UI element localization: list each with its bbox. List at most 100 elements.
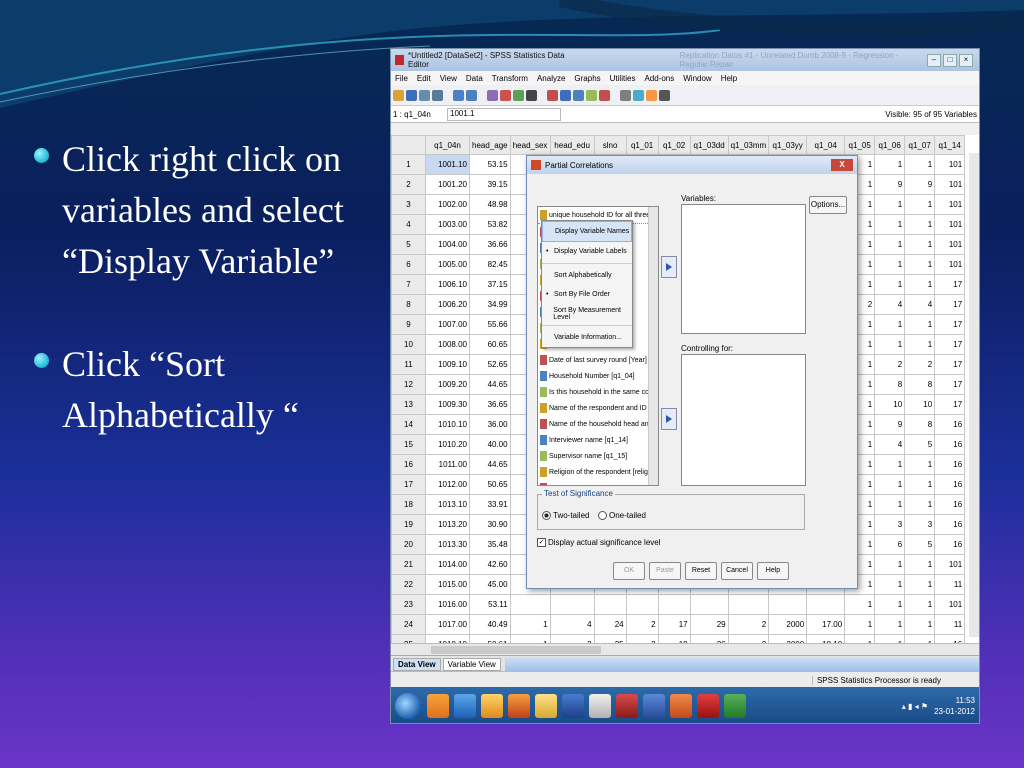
data-cell[interactable]: 1 [874,274,906,295]
data-cell[interactable]: 24 [593,614,627,635]
data-cell[interactable]: 42.60 [469,554,511,575]
data-cell[interactable]: 101 [934,174,966,195]
variable-list-item[interactable]: Date of last survey round [Year] [q1_03y… [538,352,658,368]
firefox-icon[interactable] [508,694,530,718]
row-number[interactable]: 21 [391,554,426,575]
data-cell[interactable]: 2000 [768,614,808,635]
dialog-recall-icon[interactable] [432,89,443,101]
data-cell[interactable]: 101 [934,234,966,255]
row-number[interactable]: 16 [391,454,426,475]
column-header[interactable]: q1_07 [904,135,936,155]
data-cell[interactable]: 17 [934,314,966,335]
data-cell[interactable]: 17.00 [806,614,846,635]
goto-variable-icon[interactable] [500,89,511,101]
display-significance-checkbox[interactable]: ✓ Display actual significance level [537,538,661,547]
data-cell[interactable]: 48.98 [469,194,511,215]
column-header[interactable]: head_age [469,135,511,155]
data-cell[interactable]: 6 [874,534,906,555]
maximize-icon[interactable]: □ [943,53,957,67]
row-number[interactable]: 11 [391,354,426,375]
word-icon[interactable] [562,694,584,718]
data-cell[interactable]: 1 [874,214,906,235]
data-cell[interactable]: 1 [874,154,906,175]
data-cell[interactable]: 101 [934,254,966,275]
column-header[interactable]: q1_01 [625,135,659,155]
notepad-icon[interactable] [589,694,611,718]
column-header[interactable]: q1_03dd [689,135,729,155]
data-cell[interactable]: 1 [904,254,936,275]
data-cell[interactable]: 10 [904,394,936,415]
column-header[interactable]: q1_03yy [768,135,808,155]
data-cell[interactable]: 40.00 [469,434,511,455]
clock[interactable]: 11:53 23-01-2012 [934,695,975,717]
options-button[interactable]: Options... [809,196,847,214]
data-cell[interactable]: 1 [904,314,936,335]
data-cell[interactable]: 1 [874,314,906,335]
data-cell[interactable]: 1010.10 [425,414,470,435]
data-cell[interactable]: 1015.00 [425,574,470,595]
print-icon[interactable] [419,89,430,101]
menu-transform[interactable]: Transform [492,74,528,83]
menu-display-variable-labels[interactable]: • Display Variable Labels [542,242,632,261]
data-cell[interactable]: 1 [904,454,936,475]
row-number[interactable]: 17 [391,474,426,495]
excel-icon[interactable] [724,694,746,718]
data-cell[interactable]: 1 [874,474,906,495]
data-cell[interactable]: 37.15 [469,274,511,295]
data-cell[interactable] [549,594,595,615]
data-cell[interactable]: 1001.10 [425,154,470,175]
variable-list-item[interactable]: Name of the respondent and ID [q1_06] [538,400,658,416]
move-to-controlling-arrow-icon[interactable] [661,408,677,430]
data-cell[interactable]: 1007.00 [425,314,470,335]
menu-utilities[interactable]: Utilities [610,74,636,83]
data-cell[interactable]: 40.49 [469,614,511,635]
data-cell[interactable]: 11 [934,574,966,595]
data-cell[interactable]: 17 [934,274,966,295]
tab-data-view[interactable]: Data View [393,657,441,671]
vlc-icon[interactable] [427,694,449,718]
data-cell[interactable]: 1017.00 [425,614,470,635]
data-cell[interactable]: 1011.00 [425,454,470,475]
undo-icon[interactable] [453,89,464,101]
spelling-icon[interactable] [659,89,670,101]
dialog-close-button[interactable]: X [831,159,853,171]
column-header[interactable]: q1_05 [844,135,876,155]
row-number[interactable]: 7 [391,274,426,295]
help-button[interactable]: Help [757,562,789,580]
data-cell[interactable]: 17 [934,354,966,375]
data-cell[interactable]: 1010.20 [425,434,470,455]
data-cell[interactable]: 1 [874,254,906,275]
column-header[interactable]: q1_02 [657,135,691,155]
data-cell[interactable]: 1 [509,614,551,635]
data-cell[interactable]: 17 [657,614,691,635]
data-cell[interactable]: 4 [549,614,595,635]
media-player-icon[interactable] [481,694,503,718]
acrobat-icon[interactable] [697,694,719,718]
data-cell[interactable]: 1 [874,454,906,475]
data-cell[interactable]: 16 [934,514,966,535]
row-number[interactable]: 15 [391,434,426,455]
data-cell[interactable]: 4 [874,434,906,455]
data-cell[interactable]: 39.15 [469,174,511,195]
data-cell[interactable]: 9 [874,174,906,195]
reset-button[interactable]: Reset [685,562,717,580]
row-number[interactable]: 9 [391,314,426,335]
data-cell[interactable]: 1009.20 [425,374,470,395]
data-cell[interactable] [657,594,691,615]
data-cell[interactable]: 50.65 [469,474,511,495]
variables-icon[interactable] [513,89,524,101]
data-cell[interactable]: 1 [904,214,936,235]
data-cell[interactable]: 1009.30 [425,394,470,415]
data-cell[interactable]: 1006.10 [425,274,470,295]
data-cell[interactable]: 3 [874,514,906,535]
row-number[interactable]: 10 [391,334,426,355]
data-cell[interactable]: 1 [874,554,906,575]
data-cell[interactable]: 1013.10 [425,494,470,515]
menu-add-ons[interactable]: Add-ons [644,74,674,83]
menu-data[interactable]: Data [466,74,483,83]
data-cell[interactable]: 44.65 [469,374,511,395]
find-icon[interactable] [526,89,537,101]
menu-sort-alphabetically[interactable]: Sort Alphabetically [542,266,632,285]
data-cell[interactable]: 53.82 [469,214,511,235]
variable-list-item[interactable]: Name of the household head and ID [q1_07… [538,416,658,432]
